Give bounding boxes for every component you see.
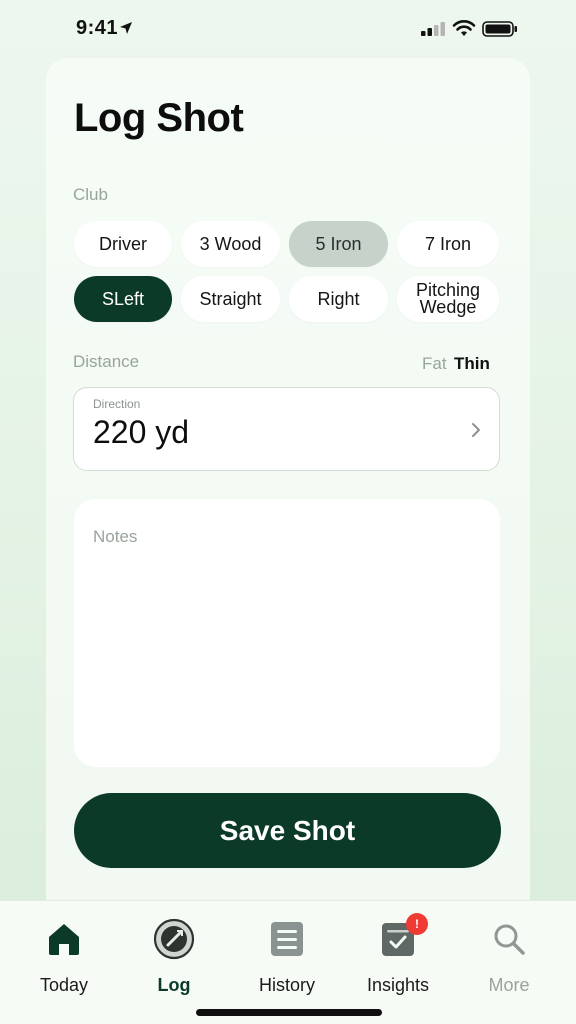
- tab-insights[interactable]: ! Insights: [348, 913, 448, 996]
- notes-field[interactable]: Notes: [74, 499, 500, 767]
- tab-today[interactable]: Today: [14, 917, 114, 996]
- tab-today-label: Today: [39, 975, 89, 995]
- distance-value: 220 yd: [93, 414, 190, 450]
- club-chip-3-wood[interactable]: 3 Wood: [181, 221, 280, 267]
- cellular-signal-icon: [421, 22, 445, 36]
- search-icon: [494, 924, 525, 955]
- wifi-icon: [452, 20, 476, 36]
- status-time: 9:41: [76, 17, 119, 39]
- tab-more-label: More: [488, 975, 530, 995]
- status-bar: 9:41: [0, 0, 576, 60]
- club-chip-5-iron[interactable]: 5 Iron: [289, 221, 388, 267]
- save-shot-button[interactable]: Save Shot: [74, 793, 501, 868]
- tab-history-label: History: [258, 975, 315, 995]
- distance-field-label: Direction: [93, 397, 141, 411]
- club-section-label: Club: [73, 185, 108, 204]
- chevron-right-icon: [472, 423, 480, 437]
- tab-insights-label: Insights: [366, 975, 430, 995]
- direction-chip-straight[interactable]: Straight: [181, 276, 280, 322]
- home-indicator[interactable]: [196, 1009, 382, 1016]
- notes-placeholder: Notes: [93, 527, 138, 546]
- tab-log-label: Log: [157, 975, 191, 995]
- tab-history[interactable]: History: [237, 917, 337, 996]
- distance-section-label: Distance: [73, 352, 140, 371]
- golf-log-icon: [153, 918, 195, 960]
- club-chip-driver[interactable]: Driver: [74, 221, 172, 267]
- direction-chip-left[interactable]: SLeft: [74, 276, 172, 322]
- log-shot-card: [46, 58, 530, 918]
- tab-bar: Today Log History ! Insights More: [0, 900, 576, 1024]
- contact-toggle-fat[interactable]: Fat: [422, 354, 447, 374]
- location-arrow-icon: [120, 22, 132, 34]
- battery-icon: [482, 21, 517, 37]
- club-chip-7-iron[interactable]: 7 Iron: [397, 221, 499, 267]
- club-chip-pitching-wedge[interactable]: Pitching Wedge: [397, 276, 499, 322]
- tab-log[interactable]: Log: [124, 917, 224, 996]
- direction-chip-right[interactable]: Right: [289, 276, 388, 322]
- page-title: Log Shot: [74, 96, 244, 140]
- insights-badge: !: [406, 913, 428, 935]
- distance-field[interactable]: Direction 220 yd: [73, 387, 500, 471]
- home-icon: [49, 924, 79, 955]
- contact-toggle-thin[interactable]: Thin: [454, 354, 490, 374]
- tab-more[interactable]: More: [459, 917, 559, 996]
- list-history-icon: [271, 922, 303, 956]
